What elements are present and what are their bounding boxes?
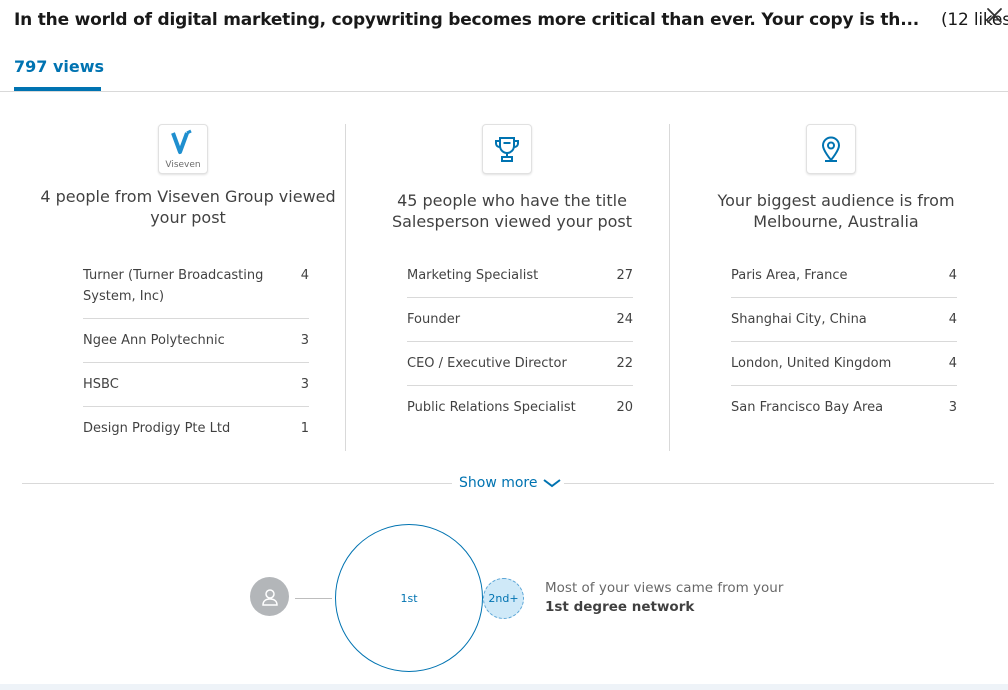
list-item-count: 4 [948, 312, 957, 327]
list-item-label: Paris Area, France [731, 268, 848, 283]
tab-views[interactable]: 797 views [14, 57, 110, 91]
divider [564, 483, 994, 484]
avatar [250, 577, 289, 616]
title-list: Marketing Specialist 27 Founder 24 CEO / E… [407, 254, 633, 429]
title-heading: 45 people who have the title Salesperson… [391, 191, 633, 231]
network-connector [295, 598, 332, 599]
list-item-label: CEO / Executive Director [407, 356, 567, 371]
list-item-label: San Francisco Bay Area [731, 400, 884, 415]
list-item-count: 4 [300, 268, 309, 283]
network-caption-line1: Most of your views came from your [545, 580, 784, 596]
list-item: Founder 24 [407, 298, 633, 342]
list-item-count: 1 [300, 421, 309, 436]
location-heading: Your biggest audience is from Melbourne,… [717, 191, 955, 231]
list-item: Public Relations Specialist 20 [407, 386, 633, 429]
list-item-label: HSBC [83, 377, 119, 392]
second-degree-circle: 2nd+ [483, 578, 524, 619]
network-caption-line2: 1st degree network [545, 599, 695, 615]
list-item-label: Founder [407, 312, 461, 327]
list-item: CEO / Executive Director 22 [407, 342, 633, 386]
list-item-label: Ngee Ann Polytechnic [83, 333, 225, 348]
first-degree-circle: 1st [335, 524, 483, 672]
list-item-count: 4 [948, 268, 957, 283]
list-item-count: 20 [616, 400, 633, 415]
company-list: Turner (Turner Broadcasting System, Inc)… [83, 254, 309, 450]
first-degree-label: 1st [400, 591, 418, 605]
list-item: Paris Area, France 4 [731, 254, 957, 298]
show-more-label: Show more [459, 475, 538, 491]
trophy-icon [482, 124, 532, 174]
list-item-count: 3 [948, 400, 957, 415]
svg-text:Viseven: Viseven [165, 160, 200, 170]
list-item: San Francisco Bay Area 3 [731, 386, 957, 429]
list-item-count: 4 [948, 356, 957, 371]
divider [22, 483, 452, 484]
column-divider [345, 124, 346, 451]
list-item: Turner (Turner Broadcasting System, Inc)… [83, 254, 309, 319]
list-item: HSBC 3 [83, 363, 309, 407]
list-item: London, United Kingdom 4 [731, 342, 957, 386]
show-more-button[interactable]: Show more [459, 473, 561, 493]
chevron-down-icon [542, 479, 561, 488]
viseven-logo: Viseven [158, 124, 208, 174]
list-item-count: 24 [616, 312, 633, 327]
location-list: Paris Area, France 4 Shanghai City, China… [731, 254, 957, 429]
list-item: Marketing Specialist 27 [407, 254, 633, 298]
list-item-count: 27 [616, 268, 633, 283]
list-item-count: 22 [616, 356, 633, 371]
list-item: Ngee Ann Polytechnic 3 [83, 319, 309, 363]
second-degree-label: 2nd+ [488, 592, 519, 605]
list-item-label: Design Prodigy Pte Ltd [83, 421, 231, 436]
company-heading: 4 people from Viseven Group viewed your … [40, 187, 336, 227]
list-item-label: Shanghai City, China [731, 312, 867, 327]
column-divider [669, 124, 670, 451]
person-icon [261, 588, 278, 606]
list-item-count: 3 [300, 333, 309, 348]
list-item-label: Turner (Turner Broadcasting System, Inc) [83, 268, 264, 304]
list-item-label: Public Relations Specialist [407, 400, 576, 415]
list-item: Design Prodigy Pte Ltd 1 [83, 407, 309, 450]
close-button[interactable] [983, 5, 1005, 27]
list-item: Shanghai City, China 4 [731, 298, 957, 342]
tab-divider [0, 91, 1008, 92]
bottom-bar [0, 684, 1008, 690]
close-icon [987, 8, 1002, 23]
map-pin-icon [806, 124, 856, 174]
post-excerpt: In the world of digital marketing, copyw… [14, 10, 919, 30]
network-caption: Most of your views came from your 1st de… [545, 579, 783, 617]
list-item-label: London, United Kingdom [731, 356, 892, 371]
list-item-count: 3 [300, 377, 309, 392]
list-item-label: Marketing Specialist [407, 268, 539, 283]
post-excerpt-title: In the world of digital marketing, copyw… [14, 10, 1008, 30]
